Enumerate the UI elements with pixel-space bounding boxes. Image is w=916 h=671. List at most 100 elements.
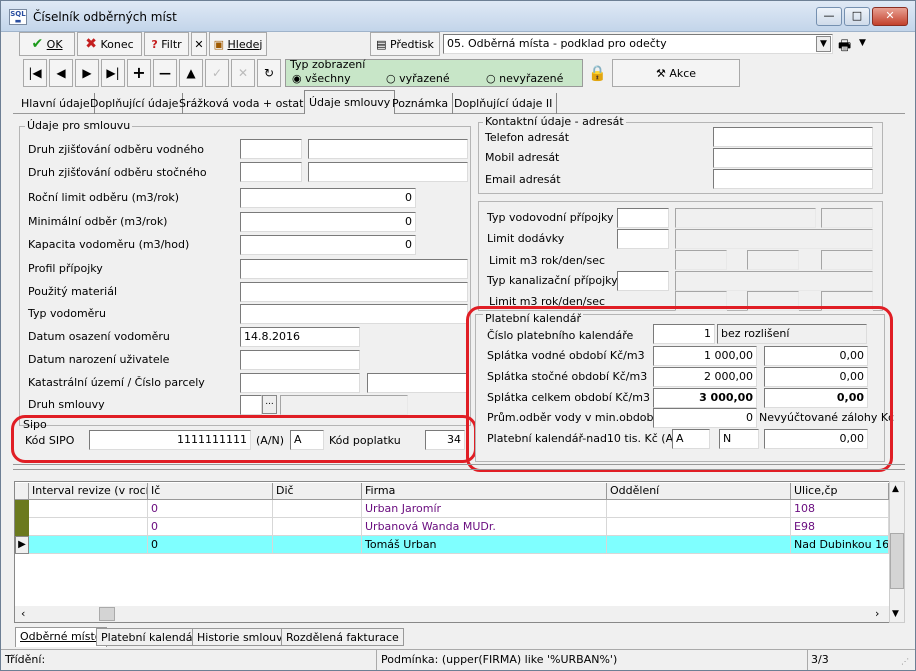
material-input[interactable]	[240, 282, 468, 302]
prev-record-button[interactable]: ◀	[49, 59, 73, 87]
scroll-thumb[interactable]	[890, 533, 904, 589]
tab-platebni-kalendar[interactable]: Platební kalendář	[96, 628, 202, 646]
table-cell-firma[interactable]: Tomáš Urban	[362, 536, 607, 554]
next-record-button[interactable]: ▶	[75, 59, 99, 87]
ok-button[interactable]: ✔ OK	[19, 32, 75, 56]
add-record-button[interactable]: +	[127, 59, 151, 87]
konec-button[interactable]: ✖ Konec	[77, 32, 142, 56]
table-cell-firma[interactable]: Urbanová Wanda MUDr.	[362, 518, 607, 536]
table-cell-firma[interactable]: Urban Jaromír	[362, 500, 607, 518]
col-dic[interactable]: Dič	[273, 483, 362, 500]
mobil-input[interactable]	[713, 148, 873, 168]
table-cell-ic[interactable]: 0	[148, 500, 273, 518]
label-druh-smlouvy: Druh smlouvy	[28, 398, 105, 411]
typ-kanalizacni-input[interactable]	[617, 271, 669, 291]
first-record-button[interactable]: |◀	[23, 59, 47, 87]
print-dropdown-icon[interactable]: ▼	[859, 38, 866, 48]
datum-narozeni-input[interactable]	[240, 350, 360, 370]
printer-icon[interactable]: 🖶	[838, 35, 851, 59]
table-cell-ic[interactable]: 0	[148, 536, 273, 554]
tab-doplnujici-udaje-ii[interactable]: Doplňující údaje II	[450, 93, 558, 114]
tab-hlavni-udaje[interactable]: Hlavní údaje	[17, 93, 95, 114]
tab-odberne-misto[interactable]: Odběrné místo	[15, 627, 107, 647]
druh-vodne-code-input[interactable]	[240, 139, 302, 159]
min-odber-input[interactable]: 0	[240, 212, 416, 232]
col-ic[interactable]: Ič	[148, 483, 273, 500]
row-indicator[interactable]	[15, 518, 29, 536]
clear-filter-button[interactable]: ✕	[191, 32, 207, 56]
druh-vodne-name-input[interactable]	[308, 139, 468, 159]
typ-vodomeru-input[interactable]	[240, 304, 468, 324]
hscroll-thumb[interactable]	[99, 607, 115, 621]
delete-record-button[interactable]: —	[153, 59, 177, 87]
predtisk-button[interactable]: ▤ Předtisk	[370, 32, 440, 56]
tab-srazkova-voda[interactable]: Srážková voda + ostatní	[175, 93, 319, 114]
horizontal-scrollbar[interactable]	[15, 606, 889, 622]
check-icon: ✔	[31, 36, 44, 52]
col-interval[interactable]: Interval revize (v rocích)	[29, 483, 148, 500]
report-select[interactable]: 05. Odběrná místa - podklad pro odečty ▼	[443, 34, 833, 54]
table-cell-oddeleni[interactable]	[607, 500, 791, 518]
table-cell-dic[interactable]	[273, 536, 362, 554]
close-window-button[interactable]: ✕	[872, 7, 908, 26]
lock-icon[interactable]: 🔒	[588, 64, 607, 82]
confirm-edit-button[interactable]: ✓	[205, 59, 229, 87]
akce-button[interactable]: ⚒ Akce	[612, 59, 740, 87]
col-oddeleni[interactable]: Oddělení	[607, 483, 791, 500]
table-cell-ulice[interactable]: E98	[791, 518, 889, 536]
scroll-down-icon[interactable]: ▼	[892, 609, 899, 619]
scroll-left-icon[interactable]: ‹	[21, 607, 25, 620]
tab-doplnujici-udaje[interactable]: Doplňující údaje	[86, 93, 184, 114]
table-cell-dic[interactable]	[273, 518, 362, 536]
kapacita-input[interactable]: 0	[240, 235, 416, 255]
email-input[interactable]	[713, 169, 873, 189]
table-cell-ulice[interactable]: 108	[791, 500, 889, 518]
filtr-button[interactable]: ? Filtr	[144, 32, 189, 56]
rocni-limit-input[interactable]: 0	[240, 188, 416, 208]
druh-stocne-code-input[interactable]	[240, 162, 302, 182]
table-cell-ulice[interactable]: Nad Dubinkou 1634	[791, 536, 889, 554]
tab-rozdelena-fakturace[interactable]: Rozdělená fakturace	[281, 628, 404, 646]
maximize-button[interactable]: □	[844, 7, 870, 26]
refresh-button[interactable]: ↻	[257, 59, 281, 87]
chevron-down-icon[interactable]: ▼	[816, 36, 831, 52]
radio-vyrazene[interactable]: ○ vyřazené	[386, 72, 450, 85]
status-record-count: 3/3	[811, 653, 829, 666]
table-cell-interval[interactable]	[29, 536, 148, 554]
typ-vodovodni-input[interactable]	[617, 208, 669, 228]
tools-icon: ⚒	[655, 66, 666, 80]
row-indicator[interactable]	[15, 500, 29, 518]
datum-osazeni-input[interactable]: 14.8.2016	[240, 327, 360, 347]
druh-stocne-name-input[interactable]	[308, 162, 468, 182]
radio-nevyrazene[interactable]: ○ nevyřazené	[486, 72, 563, 85]
tab-historie-smlouvy[interactable]: Historie smlouvy	[192, 628, 295, 646]
table-cell-dic[interactable]	[273, 500, 362, 518]
telefon-input[interactable]	[713, 127, 873, 147]
table-cell-interval[interactable]	[29, 518, 148, 536]
scroll-right-icon[interactable]: ›	[875, 607, 879, 620]
col-firma[interactable]: Firma	[362, 483, 607, 500]
radio-vsechny[interactable]: ◉ všechny	[292, 72, 351, 85]
profil-input[interactable]	[240, 259, 468, 279]
druh-smlouvy-lookup-button[interactable]: ...	[262, 395, 277, 414]
current-row-arrow-icon[interactable]: ▶	[15, 536, 29, 554]
druh-smlouvy-code-input[interactable]	[240, 395, 262, 415]
limit-dodavky-input[interactable]	[617, 229, 669, 249]
table-cell-oddeleni[interactable]	[607, 536, 791, 554]
up-button[interactable]: ▲	[179, 59, 203, 87]
tab-udaje-smlouvy[interactable]: Údaje smlouvy	[304, 90, 396, 114]
last-record-button[interactable]: ▶|	[101, 59, 125, 87]
table-cell-interval[interactable]	[29, 500, 148, 518]
scroll-up-icon[interactable]: ▲	[892, 484, 899, 494]
table-cell-oddeleni[interactable]	[607, 518, 791, 536]
minimize-button[interactable]: —	[816, 7, 842, 26]
katastr-input[interactable]	[240, 373, 360, 393]
table-cell-ic[interactable]: 0	[148, 518, 273, 536]
splitter[interactable]	[13, 464, 905, 470]
col-ulice[interactable]: Ulice,čp	[791, 483, 889, 500]
cancel-edit-button[interactable]: ✕	[231, 59, 255, 87]
tab-poznamka[interactable]: Poznámka	[388, 93, 454, 114]
cislo-parcely-input[interactable]	[367, 373, 468, 393]
hledej-button[interactable]: ▣ Hledej	[209, 32, 267, 56]
resize-grip-icon[interactable]: ⋰	[901, 657, 909, 666]
